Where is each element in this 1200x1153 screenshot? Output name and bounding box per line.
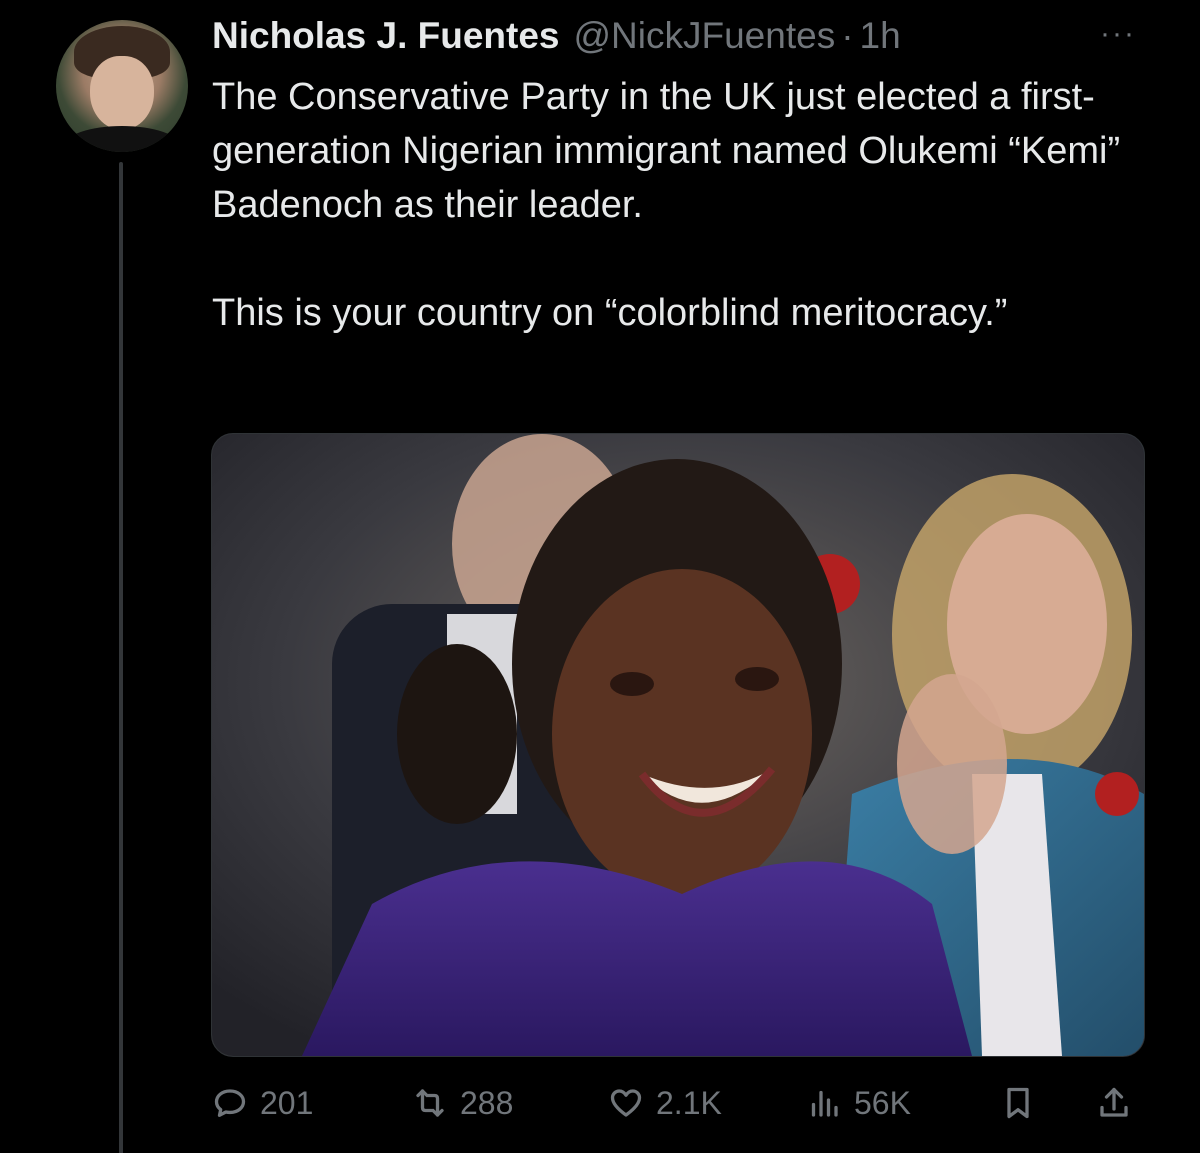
timestamp[interactable]: 1h bbox=[860, 15, 901, 57]
avatar[interactable] bbox=[56, 20, 188, 152]
clapping-hand bbox=[897, 674, 1007, 854]
subject-face bbox=[552, 569, 812, 899]
bookmark-button[interactable] bbox=[1000, 1078, 1036, 1128]
retweet-icon bbox=[416, 1089, 444, 1117]
reply-count: 201 bbox=[260, 1084, 314, 1121]
tweet-header: Nicholas J. Fuentes @NickJFuentes · 1h bbox=[212, 10, 901, 62]
views-count: 56K bbox=[854, 1084, 911, 1121]
more-options-icon[interactable]: ··· bbox=[1094, 14, 1142, 54]
tweet-text: The Conservative Party in the UK just el… bbox=[212, 70, 1172, 340]
subject-hair-bun bbox=[397, 644, 517, 824]
thread-line bbox=[119, 162, 123, 1153]
author-name[interactable]: Nicholas J. Fuentes bbox=[212, 15, 560, 57]
retweet-count: 288 bbox=[460, 1084, 514, 1121]
subject-left-eye bbox=[610, 672, 654, 696]
tweet-photo[interactable] bbox=[211, 433, 1145, 1057]
retweet-button[interactable]: 288 bbox=[412, 1078, 513, 1128]
tweet-paragraph-2: This is your country on “colorblind meri… bbox=[212, 292, 1008, 334]
like-button[interactable]: 2.1K bbox=[608, 1078, 722, 1128]
action-bar: 201 288 2.1K 56K bbox=[212, 1078, 1142, 1128]
heart-icon bbox=[610, 1089, 642, 1117]
like-count: 2.1K bbox=[656, 1084, 722, 1121]
avatar-shirt bbox=[64, 126, 180, 152]
share-button[interactable] bbox=[1096, 1078, 1132, 1128]
views-button[interactable]: 56K bbox=[806, 1078, 911, 1128]
tweet[interactable]: Nicholas J. Fuentes @NickJFuentes · 1h ·… bbox=[0, 0, 1200, 1153]
subject-jacket bbox=[302, 861, 972, 1056]
author-handle[interactable]: @NickJFuentes bbox=[574, 15, 836, 57]
poppy-right bbox=[1095, 772, 1139, 816]
photo-illustration bbox=[212, 434, 1144, 1056]
tweet-paragraph-1: The Conservative Party in the UK just el… bbox=[212, 76, 1121, 226]
reply-button[interactable]: 201 bbox=[212, 1078, 313, 1128]
separator-dot: · bbox=[841, 15, 854, 56]
avatar-face bbox=[90, 56, 154, 130]
subject-right-eye bbox=[735, 667, 779, 691]
share-icon bbox=[1100, 1087, 1128, 1117]
views-icon bbox=[811, 1090, 838, 1117]
bookmark-icon bbox=[1007, 1087, 1029, 1119]
reply-icon bbox=[214, 1089, 246, 1117]
